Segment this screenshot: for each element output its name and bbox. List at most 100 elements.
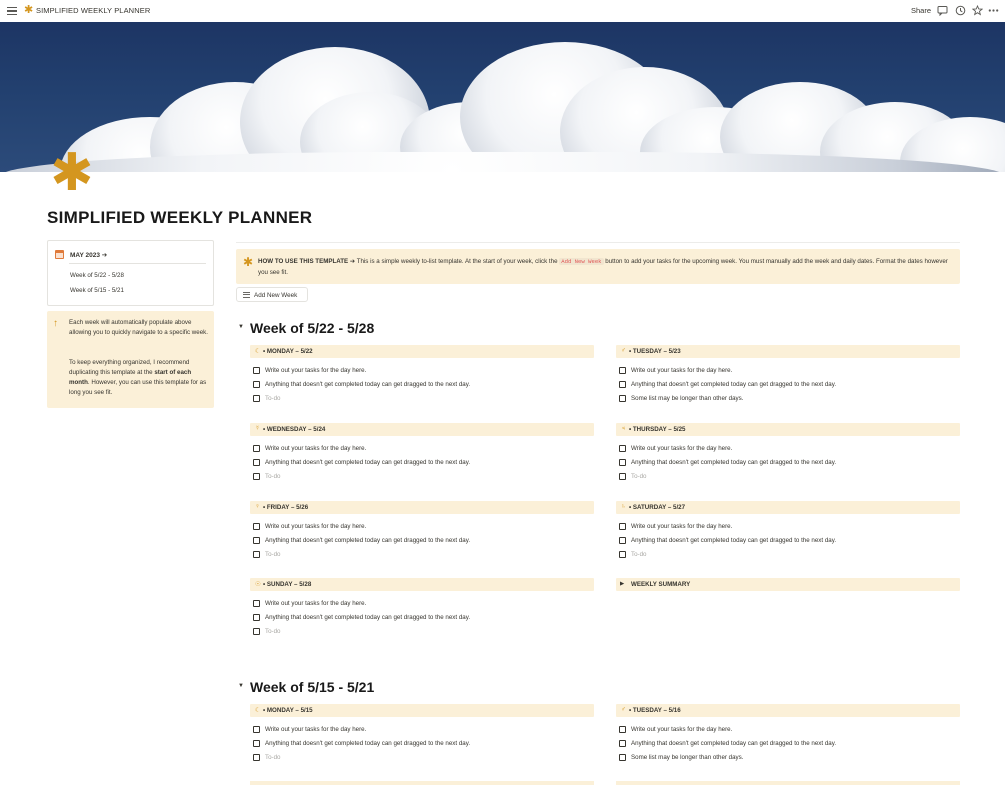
how-to-text: HOW TO USE THIS TEMPLATE ➔ This is a sim… xyxy=(258,258,948,276)
todo-text[interactable]: To-do xyxy=(265,551,280,558)
planet-icon: ♄ xyxy=(621,503,626,510)
day-header[interactable]: ♃ • THURSDAY – 5/25 xyxy=(616,423,960,436)
day-header[interactable]: ☿ • WEDNESDAY – 5/24 xyxy=(250,423,594,436)
todo-text[interactable]: To-do xyxy=(631,551,646,558)
todo-item: Anything that doesn't get completed toda… xyxy=(250,456,594,470)
todo-checkbox[interactable] xyxy=(253,740,260,747)
todo-checkbox[interactable] xyxy=(253,459,260,466)
comment-icon[interactable] xyxy=(937,5,948,16)
todo-text[interactable]: To-do xyxy=(631,473,646,480)
day-header xyxy=(250,781,594,785)
divider xyxy=(236,242,960,243)
todo-text[interactable]: To-do xyxy=(265,754,280,761)
todo-checkbox[interactable] xyxy=(253,754,260,761)
todo-text[interactable]: To-do xyxy=(265,628,280,635)
todo-text[interactable]: To-do xyxy=(265,395,280,402)
day-label: • TUESDAY – 5/23 xyxy=(629,348,681,355)
todo-checkbox[interactable] xyxy=(619,459,626,466)
todo-text[interactable]: Write out your tasks for the day here. xyxy=(631,445,732,452)
toggle-triangle-icon[interactable]: ▶ xyxy=(620,581,624,587)
todo-checkbox[interactable] xyxy=(253,726,260,733)
day-header[interactable]: ☾ • MONDAY – 5/22 xyxy=(250,345,594,358)
todo-text[interactable]: Write out your tasks for the day here. xyxy=(265,726,366,733)
todo-checkbox[interactable] xyxy=(619,726,626,733)
week-link[interactable]: Week of 5/15 - 5/21 xyxy=(70,287,124,294)
todo-item: Anything that doesn't get completed toda… xyxy=(616,737,960,751)
todo-text[interactable]: Anything that doesn't get completed toda… xyxy=(631,459,836,466)
todo-checkbox[interactable] xyxy=(253,367,260,374)
todo-text[interactable]: Anything that doesn't get completed toda… xyxy=(265,381,470,388)
planet-icon: ♂ xyxy=(621,706,626,713)
todo-item: Write out your tasks for the day here. xyxy=(616,442,960,456)
todo-checkbox[interactable] xyxy=(253,551,260,558)
day-header[interactable]: ♄ • SATURDAY – 5/27 xyxy=(616,501,960,514)
more-icon[interactable] xyxy=(988,5,999,16)
todo-checkbox[interactable] xyxy=(619,740,626,747)
star-icon[interactable] xyxy=(972,5,983,16)
todo-checkbox[interactable] xyxy=(253,445,260,452)
todo-text[interactable]: Anything that doesn't get completed toda… xyxy=(265,614,470,621)
todo-checkbox[interactable] xyxy=(619,523,626,530)
todo-checkbox[interactable] xyxy=(253,614,260,621)
todo-checkbox[interactable] xyxy=(619,445,626,452)
todo-text[interactable]: Write out your tasks for the day here. xyxy=(631,367,732,374)
todo-checkbox[interactable] xyxy=(619,754,626,761)
todo-checkbox[interactable] xyxy=(253,381,260,388)
todo-item: To-do xyxy=(250,548,594,562)
todo-checkbox[interactable] xyxy=(253,537,260,544)
todo-text[interactable]: Anything that doesn't get completed toda… xyxy=(631,740,836,747)
todo-text[interactable]: Anything that doesn't get completed toda… xyxy=(265,740,470,747)
todo-text[interactable]: Anything that doesn't get completed toda… xyxy=(631,381,836,388)
todo-text[interactable]: Anything that doesn't get completed toda… xyxy=(265,459,470,466)
toggle-triangle-icon[interactable]: ▼ xyxy=(238,683,244,689)
todo-text[interactable]: To-do xyxy=(265,473,280,480)
weekly-summary-toggle[interactable]: ▶ WEEKLY SUMMARY xyxy=(616,578,960,591)
planet-icon: ♂ xyxy=(621,347,626,354)
day-header[interactable]: ☾ • MONDAY – 5/15 xyxy=(250,704,594,717)
todo-text[interactable]: Anything that doesn't get completed toda… xyxy=(631,537,836,544)
todo-checkbox[interactable] xyxy=(619,473,626,480)
todo-text[interactable]: Write out your tasks for the day here. xyxy=(265,445,366,452)
todo-item: Anything that doesn't get completed toda… xyxy=(616,534,960,548)
todo-checkbox[interactable] xyxy=(619,395,626,402)
week-link[interactable]: Week of 5/22 - 5/28 xyxy=(70,272,124,279)
add-new-week-button[interactable]: Add New Week xyxy=(236,287,308,302)
cover-image xyxy=(0,22,1005,172)
todo-checkbox[interactable] xyxy=(619,367,626,374)
page-asterisk-icon[interactable]: ✱ xyxy=(50,147,94,199)
todo-item: Anything that doesn't get completed toda… xyxy=(250,534,594,548)
todo-text[interactable]: Anything that doesn't get completed toda… xyxy=(265,537,470,544)
day-header[interactable]: ♀ • FRIDAY – 5/26 xyxy=(250,501,594,514)
todo-checkbox[interactable] xyxy=(619,551,626,558)
todo-checkbox[interactable] xyxy=(253,473,260,480)
todo-text[interactable]: Write out your tasks for the day here. xyxy=(265,600,366,607)
day-header[interactable]: ♂ • TUESDAY – 5/23 xyxy=(616,345,960,358)
todo-text[interactable]: Write out your tasks for the day here. xyxy=(265,523,366,530)
todo-checkbox[interactable] xyxy=(253,395,260,402)
page-title[interactable]: SIMPLIFIED WEEKLY PLANNER xyxy=(47,208,312,228)
todo-item: Some list may be longer than other days. xyxy=(616,751,960,765)
day-block: ♄ • SATURDAY – 5/27 Write out your tasks f… xyxy=(616,501,960,562)
breadcrumb-title[interactable]: SIMPLIFIED WEEKLY PLANNER xyxy=(36,6,150,15)
todo-text[interactable]: Write out your tasks for the day here. xyxy=(265,367,366,374)
todo-item: Anything that doesn't get completed toda… xyxy=(616,378,960,392)
todo-text[interactable]: Some list may be longer than other days. xyxy=(631,395,743,402)
toggle-triangle-icon[interactable]: ▼ xyxy=(238,324,244,330)
todo-checkbox[interactable] xyxy=(253,600,260,607)
day-header[interactable]: ♂ • TUESDAY – 5/16 xyxy=(616,704,960,717)
todo-checkbox[interactable] xyxy=(253,523,260,530)
history-icon[interactable] xyxy=(955,5,966,16)
todo-text[interactable]: Some list may be longer than other days. xyxy=(631,754,743,761)
todo-text[interactable]: Write out your tasks for the day here. xyxy=(631,726,732,733)
todo-checkbox[interactable] xyxy=(619,537,626,544)
day-header[interactable]: ☉ • SUNDAY – 5/28 xyxy=(250,578,594,591)
todo-text[interactable]: Write out your tasks for the day here. xyxy=(631,523,732,530)
share-button[interactable]: Share xyxy=(911,6,931,15)
week-title: Week of 5/22 - 5/28 xyxy=(250,320,375,336)
day-header xyxy=(616,781,960,785)
todo-item: To-do xyxy=(250,625,594,639)
day-block: ☿ • WEDNESDAY – 5/24 Write out your tasks … xyxy=(250,423,594,484)
todo-checkbox[interactable] xyxy=(253,628,260,635)
sidebar-menu-icon[interactable] xyxy=(7,5,17,15)
todo-checkbox[interactable] xyxy=(619,381,626,388)
